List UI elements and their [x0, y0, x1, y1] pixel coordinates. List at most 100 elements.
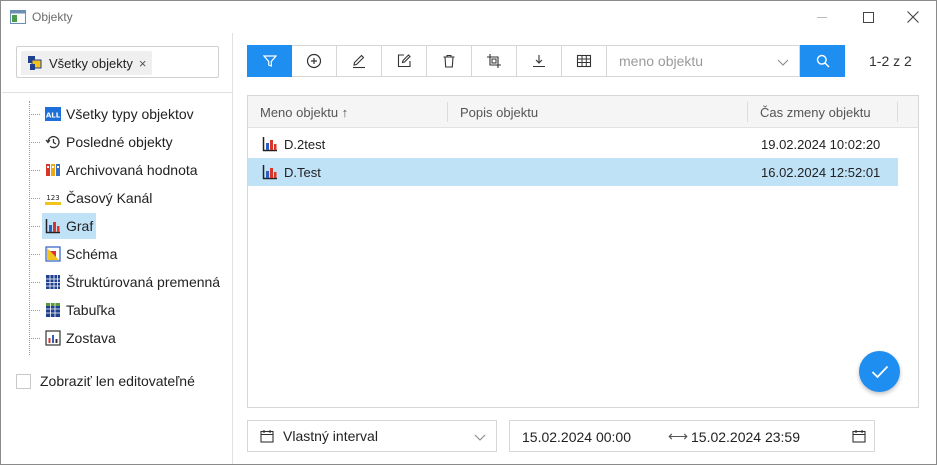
tree-item-structured-variable[interactable]: Štruktúrovaná premenná [2, 269, 232, 295]
grid-view-button[interactable] [562, 45, 607, 77]
filter-icon [262, 55, 277, 67]
filter-chip[interactable]: Všetky objekty × [21, 51, 153, 75]
date-range-field[interactable]: 15.02.2024 00:00 ⟷ 15.02.2024 23:59 [509, 420, 875, 452]
tree-item-archived-value[interactable]: Archivovaná hodnota [2, 157, 232, 183]
result-count: 1-2 z 2 [869, 53, 912, 69]
left-panel: Všetky objekty × ALL Všetky typy objekto… [2, 33, 233, 464]
divider [2, 92, 232, 93]
maximize-button[interactable] [845, 1, 891, 33]
tree-item-label: Archivovaná hodnota [66, 162, 198, 178]
chevron-down-icon[interactable] [777, 56, 789, 68]
calendar-icon[interactable] [852, 429, 866, 443]
scheme-icon [45, 246, 61, 262]
edit-doc-icon [397, 54, 411, 68]
tree-item-label: Všetky typy objektov [66, 106, 194, 122]
filter-chip-label: Všetky objekty [49, 55, 133, 71]
edit-button[interactable] [337, 45, 382, 77]
maximize-icon [862, 11, 874, 23]
editable-only-label: Zobraziť len editovateľné [40, 373, 195, 389]
tree-item-label: Tabuľka [66, 302, 116, 318]
svg-text:123: 123 [46, 194, 59, 202]
column-divider[interactable] [447, 102, 448, 122]
tree-item-all-types[interactable]: ALL Všetky typy objektov [2, 101, 232, 127]
filter-button[interactable] [247, 45, 292, 77]
all-objects-icon [28, 56, 42, 70]
history-icon [45, 135, 60, 149]
objects-table: Meno objektu ↑ Popis objektu Čas zmeny o… [247, 95, 919, 408]
edit-icon [353, 54, 365, 69]
report-icon [45, 330, 61, 346]
title-bar: Objekty [1, 1, 936, 33]
column-header-changed[interactable]: Čas zmeny objektu [760, 96, 871, 128]
tree-item-time-channel[interactable]: 123 Časový Kanál [2, 185, 232, 211]
graph-icon [45, 219, 60, 234]
add-icon [306, 53, 322, 69]
editable-only-checkbox[interactable] [16, 373, 31, 389]
delete-button[interactable] [427, 45, 472, 77]
calendar-icon [260, 430, 274, 443]
objects-window: Objekty Všetky objekty × ALL Všetky typy… [0, 0, 937, 465]
cell-changed: 19.02.2024 10:02:20 [761, 136, 881, 152]
column-header-name[interactable]: Meno objektu ↑ [260, 96, 348, 128]
column-divider[interactable] [897, 102, 898, 122]
table-row[interactable]: D.2test 19.02.2024 10:02:20 [248, 130, 898, 158]
row-name: D.2test [284, 136, 326, 152]
time-channel-icon: 123 [45, 194, 61, 205]
cell-name: D.2test [262, 130, 325, 158]
close-button[interactable] [890, 1, 936, 33]
tree-item-label: Časový Kanál [66, 190, 153, 206]
tree-item-recent[interactable]: Posledné objekty [2, 129, 232, 155]
download-icon [533, 55, 545, 68]
filter-chip-box[interactable]: Všetky objekty × [16, 46, 219, 78]
tree-item-report[interactable]: Zostava [2, 325, 232, 351]
cell-name: D.Test [262, 158, 321, 186]
structured-variable-icon [46, 275, 60, 289]
graph-icon [262, 165, 277, 180]
archive-value-icon [46, 164, 60, 176]
checkmark-icon [871, 365, 888, 378]
editable-only-row[interactable]: Zobraziť len editovateľné [16, 373, 195, 389]
app-window-icon [10, 10, 26, 24]
toolbar: meno objektu [247, 45, 845, 77]
search-input[interactable]: meno objektu [607, 45, 800, 77]
tree-item-scheme[interactable]: Schéma [2, 241, 232, 267]
date-from[interactable]: 15.02.2024 00:00 [522, 429, 631, 445]
search-placeholder: meno objektu [619, 53, 704, 69]
edit-properties-button[interactable] [382, 45, 427, 77]
grid-icon [576, 54, 592, 68]
download-button[interactable] [517, 45, 562, 77]
tree-item-label: Posledné objekty [66, 134, 173, 150]
remove-chip-icon[interactable]: × [139, 56, 147, 71]
minimize-icon [816, 16, 827, 18]
date-to[interactable]: 15.02.2024 23:59 [691, 429, 800, 445]
row-name: D.Test [284, 164, 321, 180]
table-icon [46, 303, 60, 317]
window-title: Objekty [32, 10, 73, 24]
column-header-description[interactable]: Popis objektu [460, 96, 538, 128]
all-types-icon: ALL [45, 107, 61, 121]
range-arrow-icon: ⟷ [668, 428, 689, 444]
table-header: Meno objektu ↑ Popis objektu Čas zmeny o… [248, 96, 918, 128]
interval-label: Vlastný interval [283, 428, 378, 444]
tree-item-table[interactable]: Tabuľka [2, 297, 232, 323]
svg-text:ALL: ALL [46, 112, 61, 120]
delete-icon [443, 54, 455, 68]
chevron-down-icon[interactable] [474, 431, 486, 443]
tree-item-graph[interactable]: Graf [2, 213, 232, 239]
crop-icon [487, 54, 501, 68]
interval-select[interactable]: Vlastný interval [247, 420, 497, 452]
tree-item-label: Štruktúrovaná premenná [66, 274, 221, 290]
graph-icon [262, 137, 277, 152]
tree-item-label: Schéma [66, 246, 118, 262]
add-button[interactable] [292, 45, 337, 77]
table-row[interactable]: D.Test 16.02.2024 12:52:01 [248, 158, 898, 186]
tree-item-label: Graf [66, 218, 94, 234]
crop-button[interactable] [472, 45, 517, 77]
minimize-button[interactable] [799, 1, 845, 33]
tree-item-label: Zostava [66, 330, 116, 346]
confirm-button[interactable] [859, 351, 900, 392]
close-icon [907, 11, 919, 23]
search-icon [816, 54, 830, 68]
search-button[interactable] [800, 45, 845, 77]
column-divider[interactable] [747, 102, 748, 122]
